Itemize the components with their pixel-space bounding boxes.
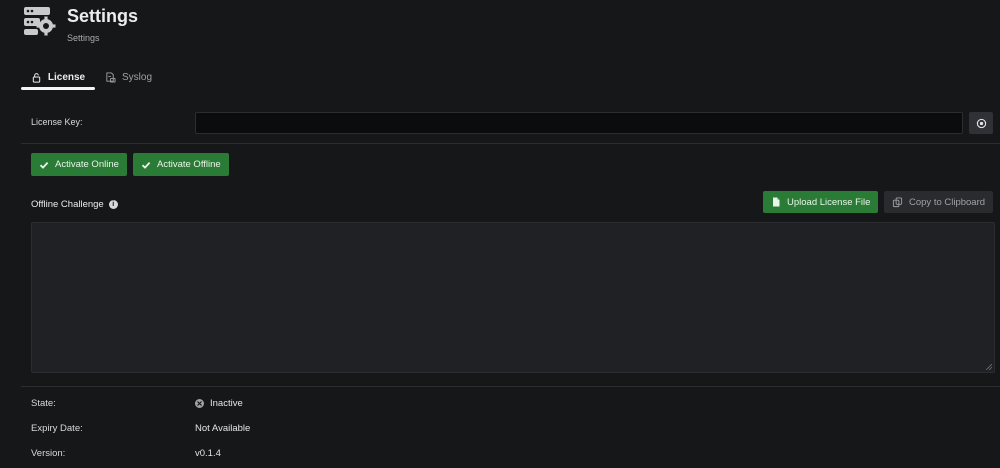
version-value: v0.1.4 — [195, 448, 221, 459]
file-icon — [773, 197, 780, 207]
version-label: Version: — [31, 448, 66, 459]
activate-online-label: Activate Online — [55, 159, 119, 170]
info-icon[interactable]: i — [108, 200, 118, 209]
check-icon — [141, 161, 151, 169]
expiry-value: Not Available — [195, 423, 251, 434]
state-row: State: Inactive — [31, 398, 431, 412]
upload-license-file-label: Upload License File — [787, 196, 871, 208]
tab-syslog[interactable]: Syslog — [105, 68, 165, 90]
tab-license-label: License — [47, 72, 86, 83]
lock-icon — [32, 73, 41, 83]
tab-syslog-label: Syslog — [122, 72, 153, 83]
settings-server-icon — [24, 7, 56, 36]
syslog-icon — [106, 72, 116, 83]
toggle-key-visibility-button[interactable] — [969, 112, 993, 134]
state-value: Inactive — [210, 398, 243, 409]
license-key-label: License Key: — [31, 117, 83, 127]
settings-tabs: License Syslog — [21, 68, 321, 90]
expiry-label: Expiry Date: — [31, 423, 83, 434]
state-value-group: Inactive — [195, 398, 243, 409]
page-title: Settings — [67, 6, 139, 26]
offline-challenge-label-group: Offline Challenge i — [31, 199, 118, 210]
inactive-status-icon — [195, 399, 204, 408]
upload-license-file-button[interactable]: Upload License File — [763, 191, 879, 213]
state-label: State: — [31, 398, 56, 409]
check-icon — [39, 161, 49, 169]
offline-challenge-textarea[interactable] — [31, 222, 995, 373]
copy-to-clipboard-label: Copy to Clipboard — [909, 196, 986, 208]
version-row: Version: v0.1.4 — [31, 448, 431, 462]
resize-grip-icon[interactable] — [986, 364, 992, 370]
copy-icon — [892, 196, 903, 207]
license-key-input[interactable] — [195, 112, 963, 134]
activate-offline-button[interactable]: Activate Offline — [133, 153, 229, 176]
offline-challenge-label: Offline Challenge — [31, 199, 104, 210]
tab-license[interactable]: License — [21, 68, 95, 90]
divider — [21, 386, 1000, 387]
expiry-row: Expiry Date: Not Available — [31, 423, 431, 437]
activate-offline-label: Activate Offline — [157, 159, 221, 170]
page-header: Settings Settings — [20, 4, 420, 48]
copy-to-clipboard-button[interactable]: Copy to Clipboard — [884, 191, 994, 213]
activate-online-button[interactable]: Activate Online — [31, 153, 127, 176]
divider — [21, 143, 1000, 144]
page-breadcrumb: Settings — [67, 33, 100, 43]
eye-icon — [976, 118, 986, 128]
